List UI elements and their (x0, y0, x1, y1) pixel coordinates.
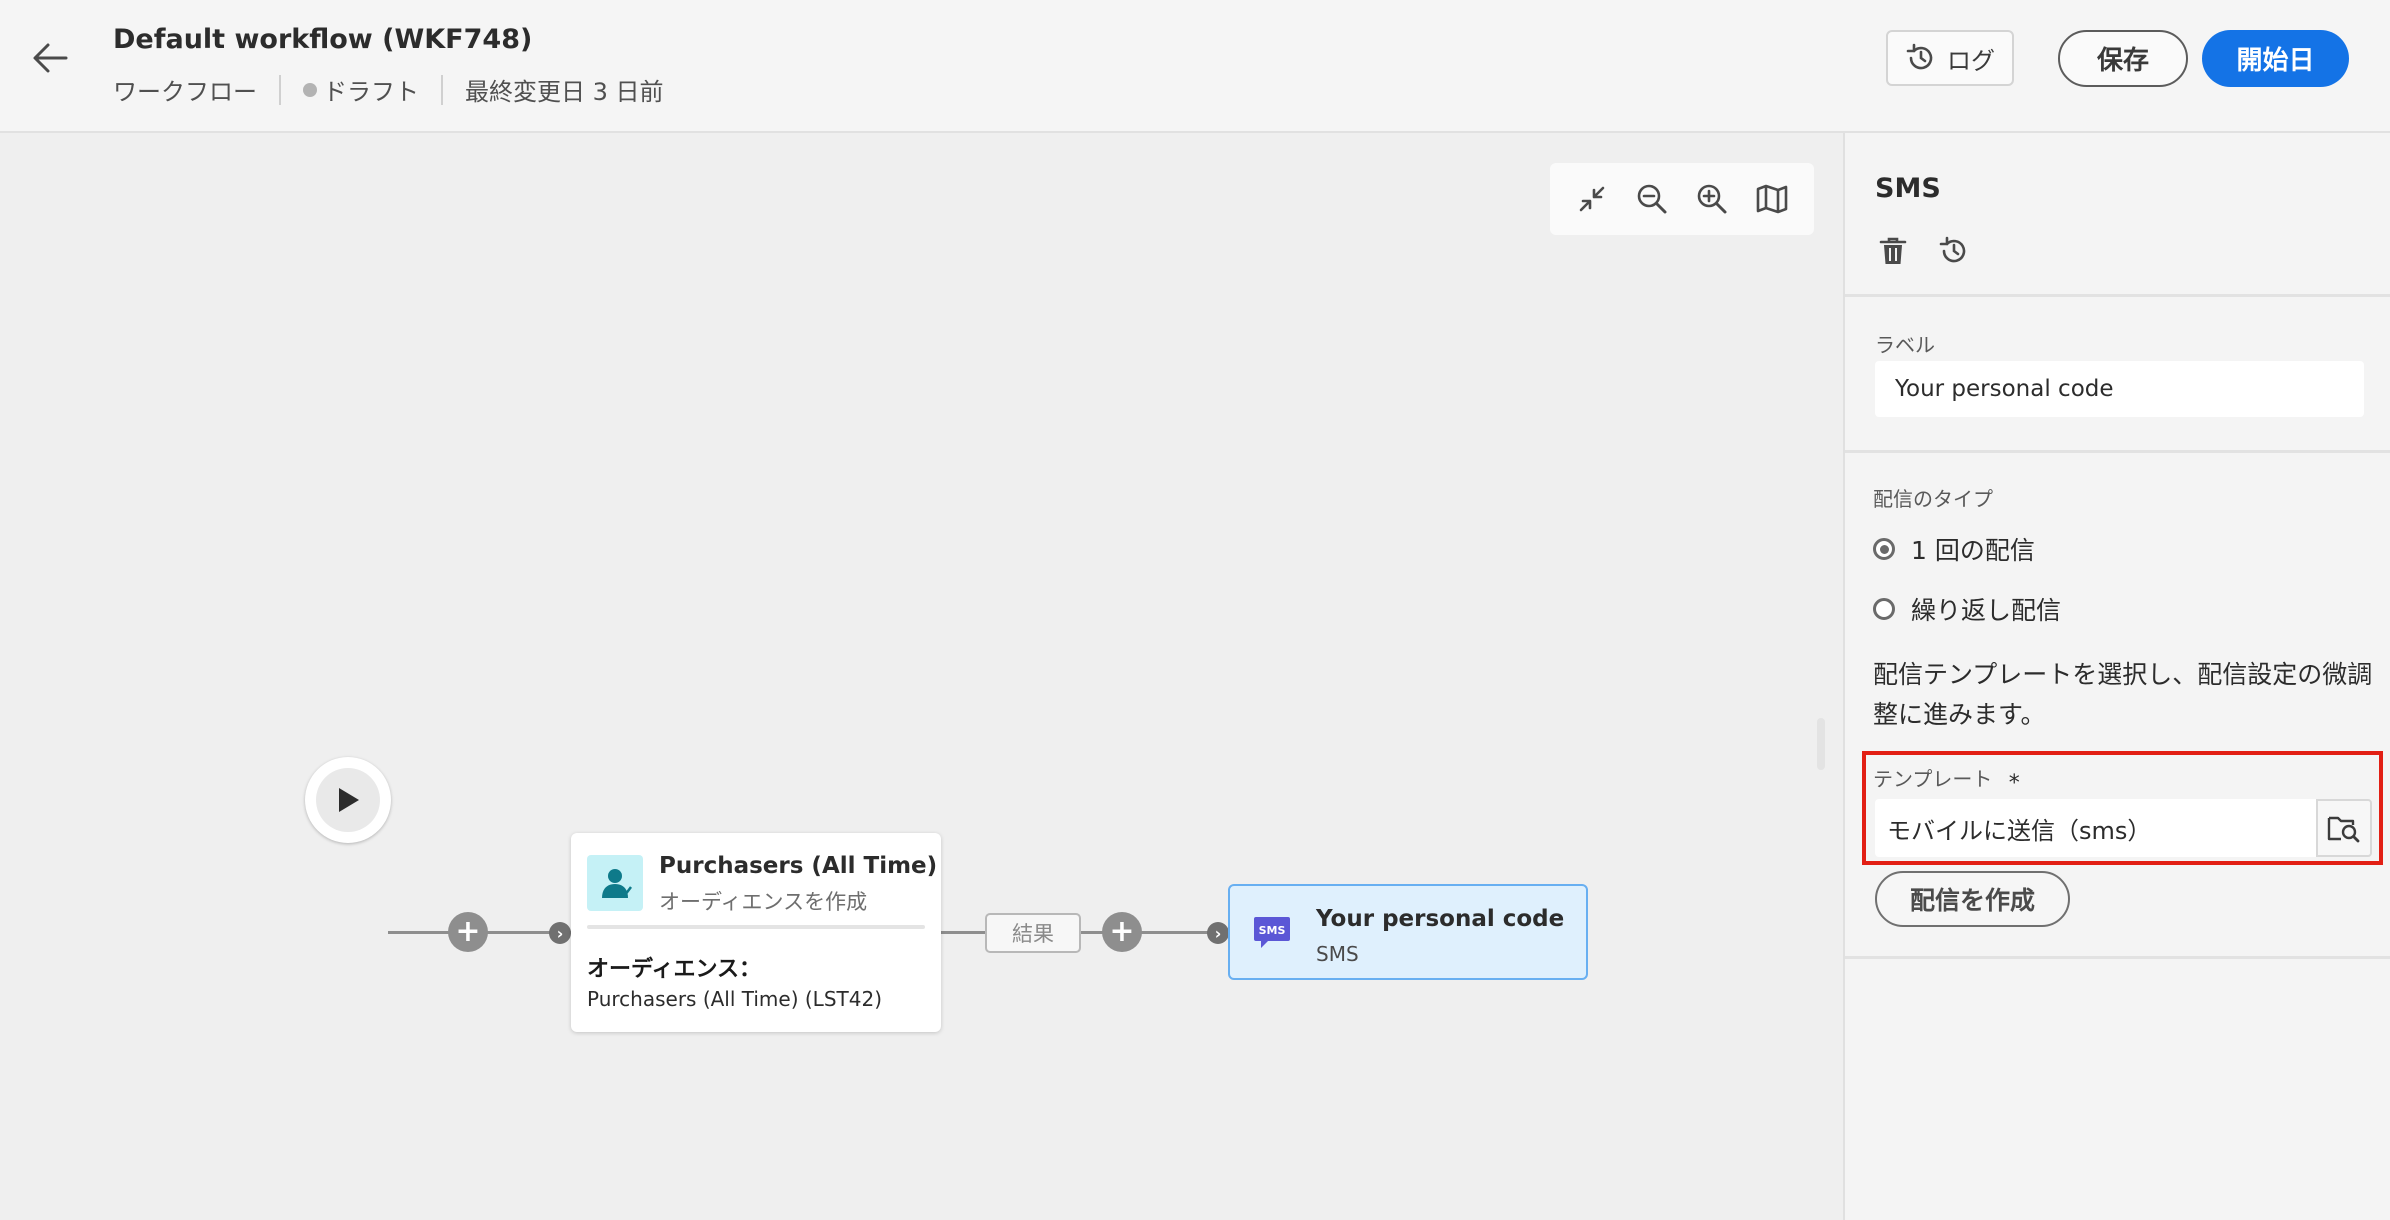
divider (1845, 294, 2390, 297)
start-node-inner (316, 768, 380, 832)
label-input[interactable]: Your personal code (1875, 361, 2364, 417)
create-delivery-button[interactable]: 配信を作成 (1875, 871, 2070, 927)
log-label: ログ (1947, 46, 1995, 75)
template-label-text: テンプレート (1873, 767, 1993, 791)
chevron-right-icon: › (1214, 923, 1222, 943)
breadcrumb: ワークフロー (113, 78, 257, 106)
back-button[interactable] (30, 38, 80, 78)
map-icon (1756, 184, 1788, 214)
zoom-in-icon (1697, 184, 1727, 214)
template-browse-button[interactable] (2316, 799, 2372, 857)
minimap-button[interactable] (1750, 177, 1794, 221)
radio-recurring-delivery[interactable]: 繰り返し配信 (1873, 591, 2061, 627)
workflow-canvas[interactable]: + › Purchasers (All Time) オーディエンスを作成 オーデ… (0, 133, 1843, 1220)
collapse-icon (1579, 186, 1605, 212)
template-input[interactable]: モバイルに送信（sms） (1875, 799, 2316, 857)
plus-icon: + (1109, 914, 1135, 949)
audience-node-title: Purchasers (All Time) (659, 853, 938, 879)
status-dot (303, 82, 317, 97)
save-button[interactable]: 保存 (2058, 30, 2188, 87)
audience-label: オーディエンス： (587, 957, 762, 982)
start-button[interactable]: 開始日 (2202, 30, 2349, 87)
audience-icon (602, 869, 632, 898)
divider (441, 74, 443, 105)
result-transition-label: 結果 (985, 913, 1081, 953)
add-activity-button[interactable]: + (448, 912, 488, 952)
input-port: › (549, 922, 571, 944)
sms-node-title: Your personal code (1316, 906, 1565, 932)
zoom-in-button[interactable] (1690, 177, 1734, 221)
sms-icon: SMS (1254, 917, 1290, 948)
plus-icon: + (455, 914, 481, 949)
trash-icon (1879, 237, 1907, 264)
audience-node-subtitle: オーディエンスを作成 (659, 890, 868, 914)
add-activity-button[interactable]: + (1102, 912, 1142, 952)
chevron-right-icon: › (556, 923, 564, 943)
workflow-meta: ワークフロー ドラフト 最終変更日 3 日前 (113, 72, 664, 107)
svg-text:SMS: SMS (1259, 924, 1286, 937)
history-icon (1906, 43, 1933, 70)
audience-value: Purchasers (All Time) (LST42) (587, 987, 882, 1011)
properties-panel: SMS ラベル Your personal code 配信のタイプ 1 回の配信… (1843, 133, 2390, 1220)
sms-node-subtitle: SMS (1316, 942, 1359, 966)
node-divider (587, 925, 925, 929)
audience-icon-box (587, 855, 643, 911)
start-node[interactable] (305, 757, 391, 843)
panel-title: SMS (1875, 173, 1941, 204)
history-button[interactable] (1936, 233, 1972, 269)
divider (279, 74, 281, 105)
zoom-out-icon (1637, 184, 1667, 214)
input-port: › (1207, 922, 1229, 944)
panel-resize-handle[interactable] (1817, 718, 1825, 770)
radio-button[interactable] (1873, 598, 1895, 620)
radio-label: 1 回の配信 (1911, 536, 2035, 565)
delete-button[interactable] (1875, 233, 1911, 269)
divider (1845, 450, 2390, 453)
audience-node[interactable]: Purchasers (All Time) オーディエンスを作成 オーディエンス… (571, 833, 941, 1032)
canvas-toolbar (1550, 163, 1814, 235)
template-field-label: テンプレート * (1873, 763, 2020, 796)
folder-search-icon (2327, 816, 2360, 843)
fit-view-button[interactable] (1570, 177, 1614, 221)
workflow-title: Default workflow (WKF748) (113, 24, 533, 55)
help-text: 配信テンプレートを選択し、配信設定の微調整に進みます。 (1873, 660, 2373, 729)
radio-single-delivery[interactable]: 1 回の配信 (1873, 531, 2035, 567)
status-badge: ドラフト (323, 78, 419, 106)
last-modified: 最終変更日 3 日前 (465, 78, 664, 106)
history-icon (1939, 236, 1966, 263)
radio-button-checked[interactable] (1873, 538, 1895, 560)
log-button[interactable]: ログ (1886, 30, 2014, 86)
radio-label: 繰り返し配信 (1911, 596, 2062, 625)
label-field-label: ラベル (1875, 333, 1935, 357)
delivery-type-label: 配信のタイプ (1873, 487, 1993, 511)
sms-node[interactable]: SMS Your personal code SMS (1228, 884, 1588, 980)
zoom-out-button[interactable] (1630, 177, 1674, 221)
app-header: Default workflow (WKF748) ワークフロー ドラフト 最終… (0, 0, 2390, 133)
divider (1845, 956, 2390, 959)
play-icon (339, 788, 359, 812)
back-arrow-icon (33, 43, 68, 73)
required-mark: * (2008, 771, 2020, 796)
